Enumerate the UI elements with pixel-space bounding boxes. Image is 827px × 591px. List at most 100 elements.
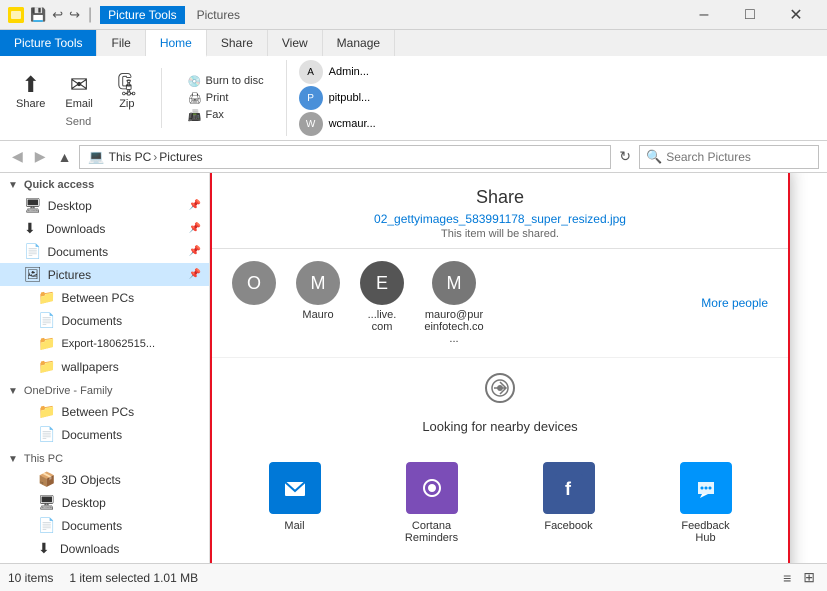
window-controls: – □ ✕	[681, 0, 819, 30]
sidebar-item-documents[interactable]: 📄 Documents 📌	[0, 240, 209, 263]
ribbon-tabs: Picture Tools File Home Share View Manag…	[0, 30, 827, 56]
sidebar-item-pc-desktop[interactable]: 🖥 Desktop	[0, 491, 209, 514]
sidebar-quick-access-header[interactable]: ▼ Quick access	[0, 173, 209, 194]
share-nearby: Looking for nearby devices	[212, 357, 788, 446]
address-path-pc: This PC	[109, 150, 152, 164]
refresh-button[interactable]: ↻	[615, 146, 635, 167]
quick-access-label: Quick access	[24, 179, 94, 191]
more-people-link[interactable]: More people	[701, 296, 768, 310]
sidebar-between-pcs-label: Between PCs	[61, 291, 134, 305]
sidebar-item-music[interactable]: 🎵 Music	[0, 560, 209, 563]
quick-redo[interactable]: ↪	[69, 7, 80, 23]
sidebar-item-3d[interactable]: 📦 3D Objects	[0, 468, 209, 491]
app-facebook[interactable]: f Facebook	[506, 458, 631, 548]
od-docs-icon: 📄	[38, 426, 55, 443]
app-mail[interactable]: Mail	[232, 458, 357, 548]
mail-label: Mail	[284, 520, 304, 532]
search-input[interactable]	[666, 150, 812, 164]
email-label: Email	[65, 98, 93, 110]
nav-forward-button[interactable]: ▶	[31, 146, 50, 167]
person-item-m[interactable]: M Mauro	[296, 261, 340, 321]
tab-share[interactable]: Share	[207, 30, 268, 56]
admin-avatar-2: P	[299, 86, 323, 110]
print-button[interactable]: 🖨 Print	[182, 90, 270, 107]
share-ribbon-button[interactable]: ⬆ Share	[8, 68, 53, 114]
share-people: O M Mauro E ...live.com M mauro@pureinfo…	[212, 249, 788, 357]
fax-icon: 📠	[188, 109, 202, 122]
pictures-pin: 📌	[189, 269, 201, 280]
admin-item-3[interactable]: W wcmaur...	[299, 112, 376, 136]
sidebar-onedrive-header[interactable]: ▼ OneDrive - Family	[0, 382, 209, 400]
share-apps-row2: Instagram N S	[212, 560, 788, 563]
admin-name-3: wcmaur...	[329, 118, 376, 130]
tab-home[interactable]: Home	[146, 30, 207, 57]
app-instagram[interactable]: Instagram	[369, 560, 494, 563]
nearby-icon	[482, 370, 518, 413]
nav-up-button[interactable]: ▲	[54, 147, 76, 167]
quick-undo[interactable]: ↩	[52, 7, 63, 23]
quick-save[interactable]: 💾	[30, 7, 46, 23]
tab-picture-tools[interactable]: Picture Tools	[0, 30, 97, 56]
zip-button[interactable]: 🗜 Zip	[105, 68, 149, 114]
sidebar-item-pc-downloads[interactable]: ⬇ Downloads	[0, 537, 209, 560]
share-ribbon-icon: ⬆	[21, 72, 39, 98]
person-avatar-o: O	[232, 261, 276, 305]
ribbon-small-buttons: 💿 Burn to disc 🖨 Print 📠 Fax	[182, 73, 270, 124]
person-name-m: Mauro	[302, 309, 333, 321]
sidebar-item-pc-docs[interactable]: 📄 Documents	[0, 514, 209, 537]
3d-icon: 📦	[38, 471, 55, 488]
fax-button[interactable]: 📠 Fax	[182, 107, 270, 124]
sidebar-item-wallpapers[interactable]: 📁 wallpapers	[0, 355, 209, 378]
app-office[interactable]: N	[506, 560, 631, 563]
address-path[interactable]: 💻 This PC › Pictures	[79, 145, 611, 169]
minimize-button[interactable]: –	[681, 0, 727, 30]
quick-access-toolbar: 💾 ↩ ↪	[8, 7, 80, 23]
sidebar-item-export[interactable]: 📁 Export-18062515...	[0, 332, 209, 355]
admin-item-1[interactable]: A Admin...	[299, 60, 376, 84]
cortana-icon	[406, 462, 458, 514]
burn-button[interactable]: 💿 Burn to disc	[182, 73, 270, 90]
sidebar-item-desktop[interactable]: 🖥 Desktop 📌	[0, 194, 209, 217]
person-item-m2[interactable]: M mauro@pureinfotech.co...	[424, 261, 484, 345]
search-icon: 🔍	[646, 149, 662, 165]
tab-file[interactable]: File	[97, 30, 145, 56]
sidebar-downloads-label: Downloads	[46, 222, 105, 236]
quick-access-expand: ▼	[8, 180, 18, 191]
app-skype[interactable]: S	[643, 560, 768, 563]
sidebar-item-od-between[interactable]: 📁 Between PCs	[0, 400, 209, 423]
person-item-e[interactable]: E ...live.com	[360, 261, 404, 333]
print-icon: 🖨	[188, 92, 202, 105]
sidebar-export-label: Export-18062515...	[61, 338, 155, 350]
zip-label: Zip	[119, 98, 134, 110]
app-feedback[interactable]: FeedbackHub	[643, 458, 768, 548]
sidebar-thispc-header[interactable]: ▼ This PC	[0, 450, 209, 468]
ribbon-group-send: ⬆ Share ✉ Email 🗜 Zip Send	[8, 68, 162, 128]
sidebar-item-od-docs[interactable]: 📄 Documents	[0, 423, 209, 446]
sidebar-item-pictures[interactable]: 🖼 Pictures 📌	[0, 263, 209, 286]
documents-pin: 📌	[189, 246, 201, 257]
app-cortana[interactable]: CortanaReminders	[369, 458, 494, 548]
share-header: Share 02_gettyimages_583991178_super_res…	[212, 173, 788, 249]
sidebar-item-downloads[interactable]: ⬇ Downloads 📌	[0, 217, 209, 240]
app-movies[interactable]	[232, 560, 357, 563]
title-bar-left: 💾 ↩ ↪ | Picture Tools Pictures	[8, 6, 240, 24]
sidebar-3d-label: 3D Objects	[61, 473, 120, 487]
close-button[interactable]: ✕	[773, 0, 819, 30]
person-item-o[interactable]: O	[232, 261, 276, 309]
email-button[interactable]: ✉ Email	[57, 68, 101, 114]
mail-icon	[269, 462, 321, 514]
between-pcs-icon: 📁	[38, 289, 55, 306]
desktop-icon: 🖥	[24, 197, 42, 214]
sidebar-pictures-label: Pictures	[48, 268, 91, 282]
tab-manage[interactable]: Manage	[323, 30, 395, 56]
tab-view[interactable]: View	[268, 30, 323, 56]
sidebar-item-docs2[interactable]: 📄 Documents	[0, 309, 209, 332]
thispc-label: This PC	[24, 453, 63, 465]
admin-item-2[interactable]: P pitpubl...	[299, 86, 376, 110]
maximize-button[interactable]: □	[727, 0, 773, 30]
sidebar-pc-desktop-label: Desktop	[62, 496, 106, 510]
sidebar-item-between-pcs[interactable]: 📁 Between PCs	[0, 286, 209, 309]
onedrive-expand: ▼	[8, 386, 18, 397]
person-avatar-m: M	[296, 261, 340, 305]
nav-back-button[interactable]: ◀	[8, 146, 27, 167]
